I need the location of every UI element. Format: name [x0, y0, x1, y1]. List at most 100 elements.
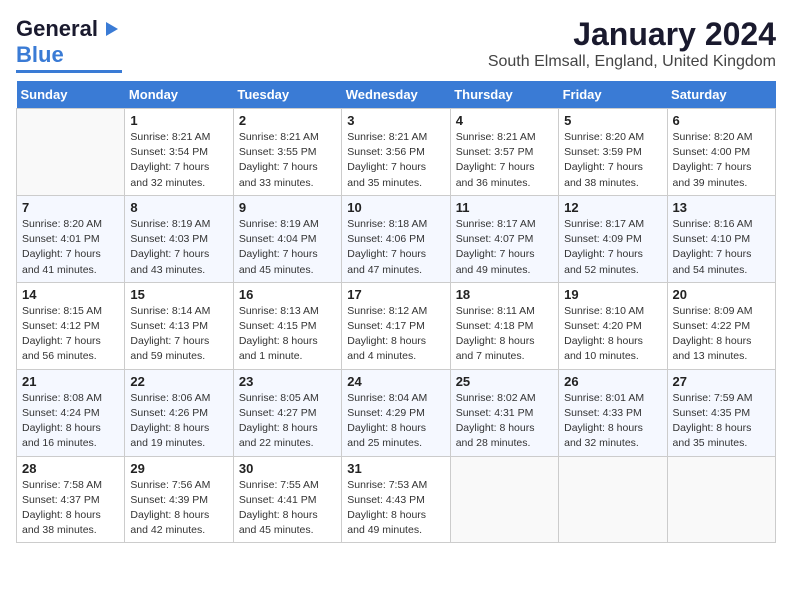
cell-info: Sunrise: 8:21 AMSunset: 3:56 PMDaylight:…	[347, 130, 444, 191]
col-header-saturday: Saturday	[667, 81, 775, 109]
col-header-monday: Monday	[125, 81, 233, 109]
calendar-cell: 24 Sunrise: 8:04 AMSunset: 4:29 PMDaylig…	[342, 369, 450, 456]
col-header-sunday: Sunday	[17, 81, 125, 109]
col-header-friday: Friday	[559, 81, 667, 109]
cell-info: Sunrise: 8:14 AMSunset: 4:13 PMDaylight:…	[130, 304, 227, 365]
calendar-cell: 7 Sunrise: 8:20 AMSunset: 4:01 PMDayligh…	[17, 195, 125, 282]
col-header-tuesday: Tuesday	[233, 81, 341, 109]
calendar-table: SundayMondayTuesdayWednesdayThursdayFrid…	[16, 81, 776, 543]
logo-text-blue: Blue	[16, 42, 64, 68]
day-number: 27	[673, 374, 770, 389]
day-number: 31	[347, 461, 444, 476]
calendar-cell: 20 Sunrise: 8:09 AMSunset: 4:22 PMDaylig…	[667, 282, 775, 369]
day-number: 1	[130, 113, 227, 128]
cell-info: Sunrise: 7:53 AMSunset: 4:43 PMDaylight:…	[347, 478, 444, 539]
cell-info: Sunrise: 8:09 AMSunset: 4:22 PMDaylight:…	[673, 304, 770, 365]
cell-info: Sunrise: 8:16 AMSunset: 4:10 PMDaylight:…	[673, 217, 770, 278]
calendar-cell: 16 Sunrise: 8:13 AMSunset: 4:15 PMDaylig…	[233, 282, 341, 369]
day-number: 18	[456, 287, 553, 302]
cell-info: Sunrise: 8:10 AMSunset: 4:20 PMDaylight:…	[564, 304, 661, 365]
day-number: 7	[22, 200, 119, 215]
calendar-cell	[450, 456, 558, 543]
cell-info: Sunrise: 8:18 AMSunset: 4:06 PMDaylight:…	[347, 217, 444, 278]
calendar-cell: 13 Sunrise: 8:16 AMSunset: 4:10 PMDaylig…	[667, 195, 775, 282]
calendar-cell: 2 Sunrise: 8:21 AMSunset: 3:55 PMDayligh…	[233, 109, 341, 196]
cell-info: Sunrise: 8:02 AMSunset: 4:31 PMDaylight:…	[456, 391, 553, 452]
calendar-cell: 10 Sunrise: 8:18 AMSunset: 4:06 PMDaylig…	[342, 195, 450, 282]
day-number: 13	[673, 200, 770, 215]
day-number: 4	[456, 113, 553, 128]
day-number: 21	[22, 374, 119, 389]
cell-info: Sunrise: 7:56 AMSunset: 4:39 PMDaylight:…	[130, 478, 227, 539]
calendar-cell: 11 Sunrise: 8:17 AMSunset: 4:07 PMDaylig…	[450, 195, 558, 282]
day-number: 23	[239, 374, 336, 389]
day-number: 2	[239, 113, 336, 128]
logo-arrow-icon	[100, 18, 122, 40]
calendar-cell: 28 Sunrise: 7:58 AMSunset: 4:37 PMDaylig…	[17, 456, 125, 543]
week-row-1: 1 Sunrise: 8:21 AMSunset: 3:54 PMDayligh…	[17, 109, 776, 196]
col-header-thursday: Thursday	[450, 81, 558, 109]
calendar-cell: 21 Sunrise: 8:08 AMSunset: 4:24 PMDaylig…	[17, 369, 125, 456]
calendar-cell: 1 Sunrise: 8:21 AMSunset: 3:54 PMDayligh…	[125, 109, 233, 196]
calendar-cell	[559, 456, 667, 543]
cell-info: Sunrise: 8:04 AMSunset: 4:29 PMDaylight:…	[347, 391, 444, 452]
cell-info: Sunrise: 8:20 AMSunset: 4:01 PMDaylight:…	[22, 217, 119, 278]
col-header-wednesday: Wednesday	[342, 81, 450, 109]
cell-info: Sunrise: 8:20 AMSunset: 4:00 PMDaylight:…	[673, 130, 770, 191]
week-row-4: 21 Sunrise: 8:08 AMSunset: 4:24 PMDaylig…	[17, 369, 776, 456]
day-number: 12	[564, 200, 661, 215]
day-number: 5	[564, 113, 661, 128]
calendar-cell: 29 Sunrise: 7:56 AMSunset: 4:39 PMDaylig…	[125, 456, 233, 543]
day-number: 24	[347, 374, 444, 389]
calendar-cell: 18 Sunrise: 8:11 AMSunset: 4:18 PMDaylig…	[450, 282, 558, 369]
day-number: 17	[347, 287, 444, 302]
month-title: January 2024	[488, 16, 776, 53]
day-number: 3	[347, 113, 444, 128]
cell-info: Sunrise: 8:19 AMSunset: 4:03 PMDaylight:…	[130, 217, 227, 278]
calendar-cell: 26 Sunrise: 8:01 AMSunset: 4:33 PMDaylig…	[559, 369, 667, 456]
calendar-cell: 23 Sunrise: 8:05 AMSunset: 4:27 PMDaylig…	[233, 369, 341, 456]
calendar-cell: 12 Sunrise: 8:17 AMSunset: 4:09 PMDaylig…	[559, 195, 667, 282]
calendar-cell: 9 Sunrise: 8:19 AMSunset: 4:04 PMDayligh…	[233, 195, 341, 282]
logo-text-general: General	[16, 16, 98, 42]
calendar-cell: 30 Sunrise: 7:55 AMSunset: 4:41 PMDaylig…	[233, 456, 341, 543]
week-row-2: 7 Sunrise: 8:20 AMSunset: 4:01 PMDayligh…	[17, 195, 776, 282]
cell-info: Sunrise: 8:05 AMSunset: 4:27 PMDaylight:…	[239, 391, 336, 452]
day-number: 22	[130, 374, 227, 389]
title-area: January 2024 South Elmsall, England, Uni…	[488, 16, 776, 71]
calendar-cell: 15 Sunrise: 8:14 AMSunset: 4:13 PMDaylig…	[125, 282, 233, 369]
cell-info: Sunrise: 7:55 AMSunset: 4:41 PMDaylight:…	[239, 478, 336, 539]
logo: General Blue	[16, 16, 122, 73]
week-row-3: 14 Sunrise: 8:15 AMSunset: 4:12 PMDaylig…	[17, 282, 776, 369]
cell-info: Sunrise: 8:17 AMSunset: 4:07 PMDaylight:…	[456, 217, 553, 278]
day-number: 29	[130, 461, 227, 476]
cell-info: Sunrise: 8:06 AMSunset: 4:26 PMDaylight:…	[130, 391, 227, 452]
cell-info: Sunrise: 8:21 AMSunset: 3:54 PMDaylight:…	[130, 130, 227, 191]
cell-info: Sunrise: 7:59 AMSunset: 4:35 PMDaylight:…	[673, 391, 770, 452]
calendar-cell: 17 Sunrise: 8:12 AMSunset: 4:17 PMDaylig…	[342, 282, 450, 369]
calendar-cell: 6 Sunrise: 8:20 AMSunset: 4:00 PMDayligh…	[667, 109, 775, 196]
calendar-cell: 31 Sunrise: 7:53 AMSunset: 4:43 PMDaylig…	[342, 456, 450, 543]
day-number: 20	[673, 287, 770, 302]
day-number: 30	[239, 461, 336, 476]
day-number: 8	[130, 200, 227, 215]
day-number: 9	[239, 200, 336, 215]
week-row-5: 28 Sunrise: 7:58 AMSunset: 4:37 PMDaylig…	[17, 456, 776, 543]
day-number: 6	[673, 113, 770, 128]
calendar-cell: 14 Sunrise: 8:15 AMSunset: 4:12 PMDaylig…	[17, 282, 125, 369]
day-number: 26	[564, 374, 661, 389]
calendar-cell: 19 Sunrise: 8:10 AMSunset: 4:20 PMDaylig…	[559, 282, 667, 369]
cell-info: Sunrise: 8:13 AMSunset: 4:15 PMDaylight:…	[239, 304, 336, 365]
day-number: 10	[347, 200, 444, 215]
cell-info: Sunrise: 8:20 AMSunset: 3:59 PMDaylight:…	[564, 130, 661, 191]
calendar-cell: 4 Sunrise: 8:21 AMSunset: 3:57 PMDayligh…	[450, 109, 558, 196]
calendar-cell: 22 Sunrise: 8:06 AMSunset: 4:26 PMDaylig…	[125, 369, 233, 456]
location-title: South Elmsall, England, United Kingdom	[488, 53, 776, 71]
day-number: 15	[130, 287, 227, 302]
cell-info: Sunrise: 8:01 AMSunset: 4:33 PMDaylight:…	[564, 391, 661, 452]
day-number: 14	[22, 287, 119, 302]
header-row: SundayMondayTuesdayWednesdayThursdayFrid…	[17, 81, 776, 109]
cell-info: Sunrise: 7:58 AMSunset: 4:37 PMDaylight:…	[22, 478, 119, 539]
calendar-cell	[17, 109, 125, 196]
calendar-cell: 5 Sunrise: 8:20 AMSunset: 3:59 PMDayligh…	[559, 109, 667, 196]
